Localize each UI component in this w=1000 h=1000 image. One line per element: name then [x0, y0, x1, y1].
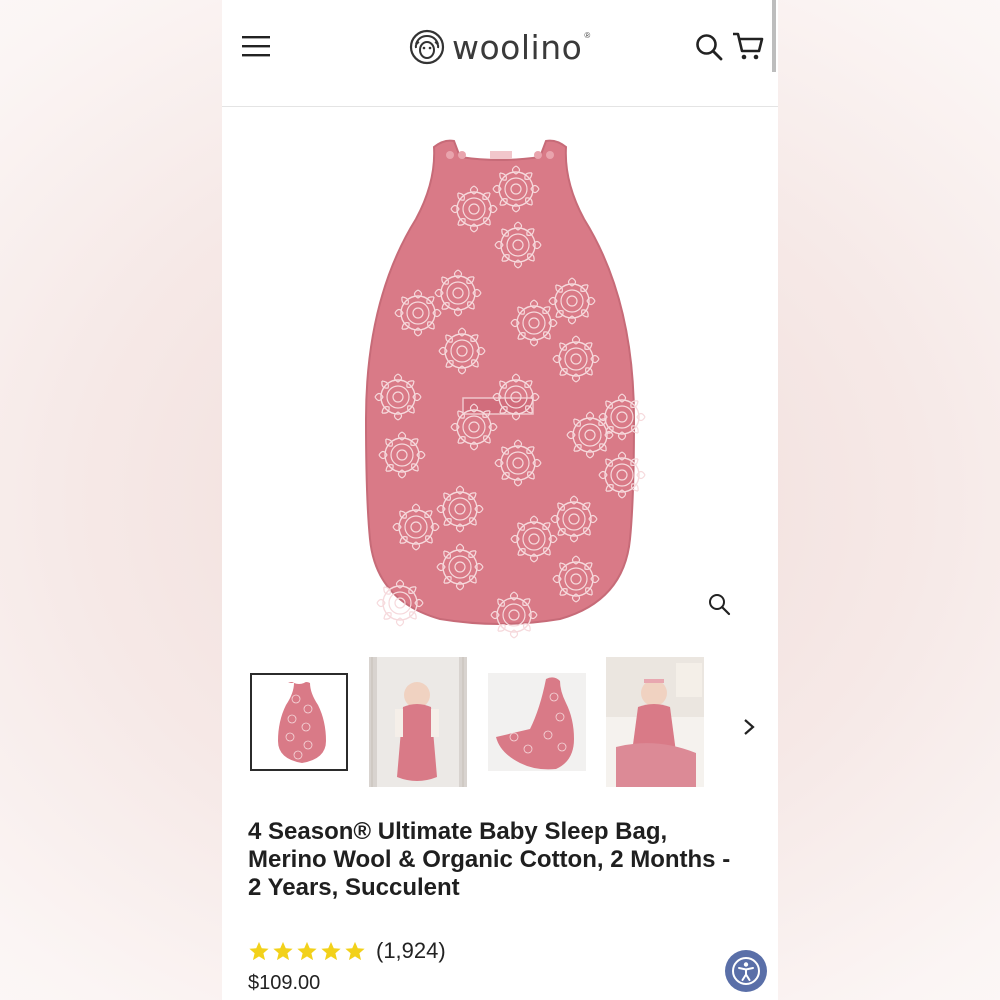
- thumbnail-image: [252, 675, 346, 769]
- star-icon: [297, 941, 317, 961]
- review-count[interactable]: (1,924): [376, 938, 446, 964]
- site-header: woolino ®: [222, 0, 778, 107]
- product-title: 4 Season® Ultimate Baby Sleep Bag, Merin…: [248, 818, 731, 901]
- star-icon: [321, 941, 341, 961]
- thumbnail-image: [488, 657, 586, 787]
- hamburger-icon: [242, 36, 270, 57]
- sheep-logo-icon: [409, 29, 445, 65]
- thumbnail-side-view[interactable]: [488, 657, 586, 787]
- logo-text: woolino: [452, 27, 583, 67]
- sleep-bag-image: [364, 139, 646, 639]
- thumbnail-flat-front[interactable]: [250, 673, 348, 771]
- device-edge: [772, 0, 776, 72]
- accessibility-button[interactable]: [725, 950, 767, 992]
- site-logo[interactable]: woolino ®: [408, 26, 590, 68]
- product-rating[interactable]: (1,924): [248, 938, 446, 964]
- star-rating: [248, 940, 366, 962]
- thumbnail-strip: [250, 657, 770, 789]
- cart-button[interactable]: [730, 28, 766, 64]
- thumbnail-image: [369, 657, 467, 787]
- cart-icon: [733, 32, 764, 60]
- search-icon: [696, 34, 723, 61]
- star-icon: [249, 941, 269, 961]
- accessibility-icon: [732, 957, 760, 985]
- product-main-image[interactable]: [222, 107, 778, 647]
- search-button[interactable]: [692, 30, 726, 64]
- zoom-button[interactable]: [706, 591, 732, 617]
- chevron-right-icon: [744, 719, 755, 735]
- thumbnail-baby-in-crib[interactable]: [369, 657, 467, 787]
- logo-registered-mark: ®: [584, 30, 591, 40]
- thumbnail-next-button[interactable]: [734, 712, 764, 742]
- phone-screen: woolino ® 4 Season® Ultimate Baby Sleep …: [222, 0, 778, 1000]
- thumbnail-image: [606, 657, 704, 787]
- star-icon: [273, 941, 293, 961]
- thumbnail-baby-on-bed[interactable]: [606, 657, 704, 787]
- menu-button[interactable]: [238, 30, 274, 62]
- zoom-icon: [709, 594, 731, 616]
- product-price: $109.00: [248, 972, 321, 994]
- star-icon: [345, 941, 365, 961]
